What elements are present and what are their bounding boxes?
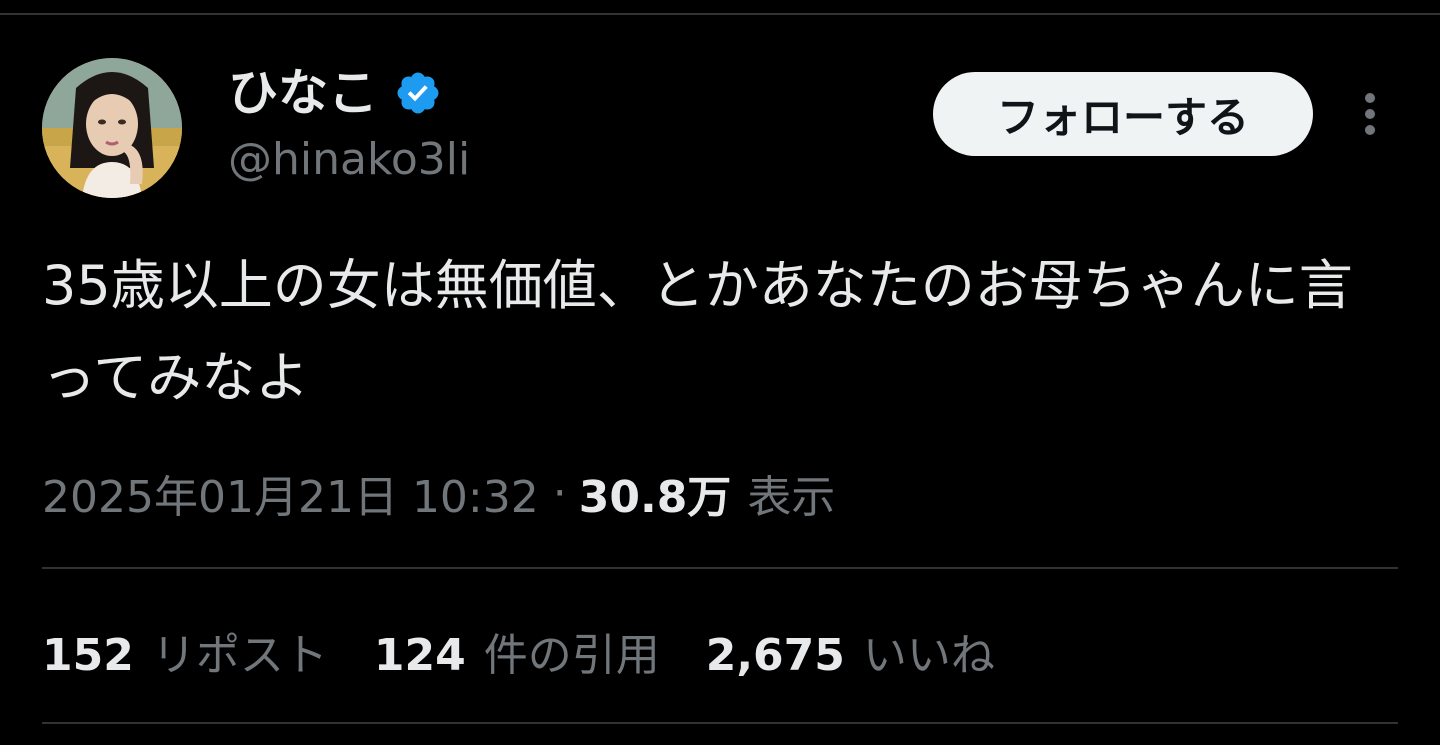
avatar-portrait-image [42, 58, 182, 198]
user-name-row: ひなこ [228, 62, 442, 124]
meta-separator: · [552, 467, 567, 519]
reposts-stat[interactable]: 152 リポスト [42, 619, 328, 683]
verified-badge-icon [394, 69, 442, 117]
avatar[interactable] [42, 58, 182, 198]
tweet-datetime[interactable]: 2025年01月21日 10:32 [42, 461, 539, 525]
reposts-label: リポスト [151, 630, 328, 681]
user-handle[interactable]: @hinako3li [228, 132, 470, 188]
likes-label: いいね [862, 630, 995, 681]
display-name[interactable]: ひなこ [228, 62, 378, 124]
tweet-meta: 2025年01月21日 10:32 · 30.8万 表示 [42, 458, 835, 528]
reposts-count: 152 [42, 630, 134, 681]
views-count: 30.8万 [578, 472, 732, 523]
top-divider [0, 13, 1440, 15]
stats-bottom-divider [42, 722, 1398, 724]
likes-stat[interactable]: 2,675 いいね [706, 619, 995, 683]
follow-button[interactable]: フォローする [933, 72, 1313, 156]
quotes-label: 件の引用 [483, 630, 660, 681]
more-vertical-icon [1365, 93, 1375, 135]
likes-count: 2,675 [705, 630, 845, 681]
quotes-count: 124 [373, 630, 466, 681]
engagement-stats: 152 リポスト 124 件の引用 2,675 いいね [42, 615, 1041, 687]
stats-top-divider [42, 567, 1398, 569]
quotes-stat[interactable]: 124 件の引用 [374, 619, 660, 683]
views-label: 表示 [747, 472, 836, 523]
more-options-button[interactable] [1346, 86, 1394, 142]
tweet-text: 35歳以上の女は無価値、とかあなたのお母ちゃんに言ってみなよ [42, 254, 1353, 409]
